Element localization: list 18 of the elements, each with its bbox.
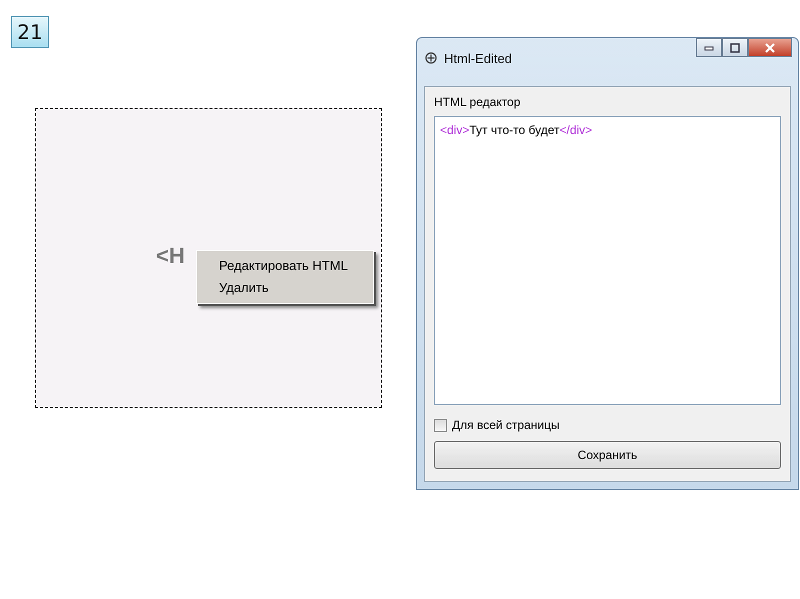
html-editor-field[interactable]: <div>Тут что-то будет</div> (434, 116, 781, 405)
checkbox-label: Для всей страницы (452, 418, 560, 432)
menu-item[interactable]: Редактировать HTML (197, 255, 373, 277)
checkbox[interactable] (434, 418, 447, 432)
editor-label: HTML редактор (434, 95, 522, 109)
app-icon (425, 52, 437, 64)
menu-item[interactable]: Удалить (197, 277, 373, 299)
save-button[interactable]: Сохранить (434, 441, 781, 469)
minimize-button[interactable] (696, 38, 722, 57)
maximize-button[interactable] (722, 38, 748, 57)
code-line: <div>Тут что-то будет</div> (440, 123, 592, 137)
html-placeholder-text: <H (156, 243, 185, 269)
close-icon (764, 42, 776, 52)
close-button[interactable] (748, 38, 792, 57)
minimize-icon (704, 44, 714, 50)
slide-number: 21 (11, 16, 49, 48)
window-title: Html-Edited (444, 50, 512, 66)
maximize-icon (730, 42, 740, 52)
